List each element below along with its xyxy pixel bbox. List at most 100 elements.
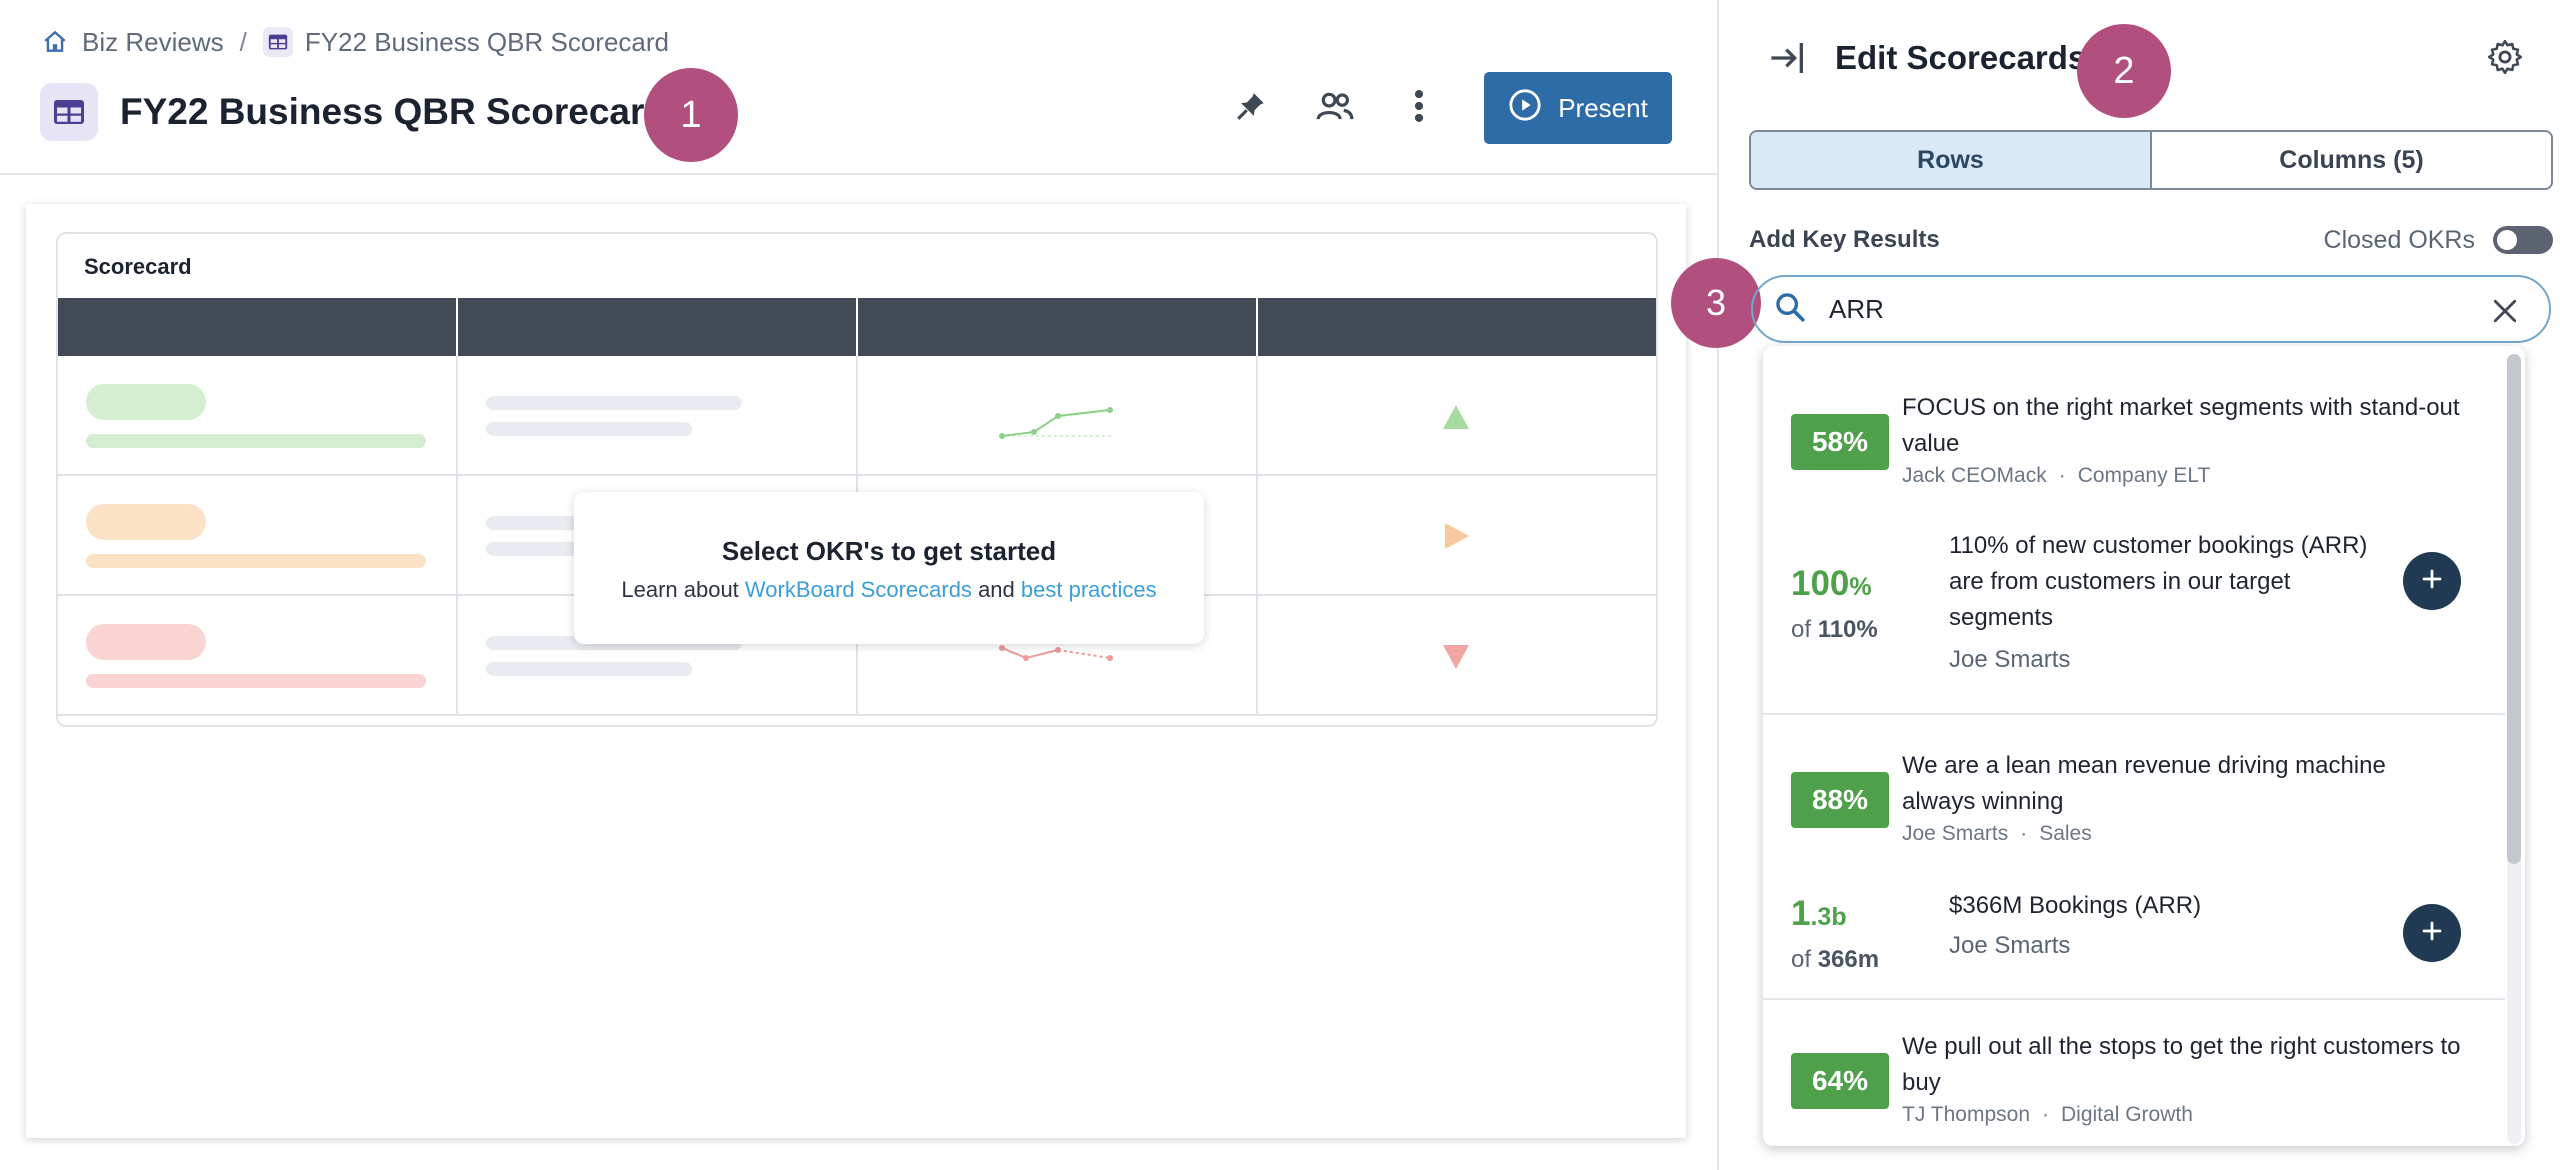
placeholder-cell — [1258, 356, 1656, 474]
pin-button[interactable] — [1220, 77, 1282, 139]
objective-result[interactable]: 64% We pull out all the stops to get the… — [1763, 1001, 2505, 1146]
scorecard-canvas: Scorecard Select OKR's to get started Le… — [26, 204, 1686, 1138]
search-results-dropdown: 58% FOCUS on the right market segments w… — [1763, 346, 2525, 1146]
meta-separator: · — [2058, 464, 2066, 487]
key-result-target-value: 366m — [1817, 946, 1880, 973]
objective-owner: Joe Smarts — [1902, 822, 2009, 845]
callout-badge: 3 — [1671, 258, 1761, 348]
close-icon[interactable] — [2487, 293, 2523, 329]
key-result-value-main: 100 — [1791, 564, 1850, 603]
key-result-value-main: 1 — [1791, 894, 1811, 933]
triangle-right-icon — [1445, 523, 1469, 549]
add-key-result-button[interactable] — [2403, 904, 2461, 962]
scorecard-header-cell — [1258, 298, 1656, 356]
scorecard-title: Scorecard — [84, 254, 192, 279]
workboard-scorecards-link[interactable]: WorkBoard Scorecards — [745, 577, 972, 602]
header-divider — [0, 173, 1717, 175]
collapse-panel-icon[interactable] — [1763, 33, 1813, 83]
key-result-target-value: 110% — [1817, 616, 1878, 643]
panel-header: Edit Scorecards — [1763, 30, 2086, 86]
objective-title: We pull out all the stops to get the rig… — [1902, 1033, 2461, 1096]
main-area: Biz Reviews / FY22 Business QBR Scorecar… — [0, 0, 1717, 1170]
table-icon — [40, 83, 98, 141]
result-divider — [1763, 713, 2505, 715]
placeholder-line — [486, 396, 742, 410]
placeholder-line — [486, 422, 692, 436]
placeholder-cell — [58, 476, 458, 594]
triangle-down-icon — [1443, 645, 1469, 669]
people-icon — [1316, 89, 1354, 128]
placeholder-cell — [858, 356, 1258, 474]
plus-icon — [2420, 919, 2444, 948]
tab-columns[interactable]: Columns (5) — [2152, 132, 2551, 188]
placeholder-cell — [1258, 476, 1656, 594]
scrollbar-thumb[interactable] — [2507, 354, 2521, 864]
placeholder-pill — [86, 504, 206, 540]
objective-meta: Jack CEOMack · Company ELT — [1902, 464, 2210, 488]
empty-state-subtitle: Learn about WorkBoard Scorecards and bes… — [574, 577, 1204, 603]
placeholder-trend-up — [999, 407, 1114, 439]
progress-badge: 64% — [1791, 1053, 1889, 1109]
progress-badge: 58% — [1791, 414, 1889, 470]
panel-title: Edit Scorecards — [1835, 39, 2087, 76]
best-practices-link[interactable]: best practices — [1021, 577, 1157, 602]
pin-icon — [1234, 89, 1268, 128]
title-row: FY22 Business QBR Scorecard — [40, 82, 667, 142]
meta-separator: · — [2042, 1103, 2049, 1126]
search-icon — [1773, 290, 1807, 329]
placeholder-bar — [86, 674, 426, 688]
placeholder-cell — [458, 356, 858, 474]
share-people-button[interactable] — [1304, 77, 1366, 139]
home-icon — [40, 27, 70, 57]
placeholder-bar — [86, 434, 426, 448]
key-result-item[interactable]: 100% of 110% 110% of new customer bookin… — [1763, 516, 2505, 708]
empty-state-and: and — [978, 577, 1015, 602]
rows-columns-tabs: Rows Columns (5) — [1749, 130, 2553, 190]
placeholder-cell — [58, 596, 458, 714]
key-result-owner: Joe Smarts — [1949, 932, 2071, 959]
objective-owner: Jack CEOMack — [1902, 464, 2047, 487]
key-result-value: 1.3b — [1791, 894, 1847, 934]
add-key-results-label: Add Key Results — [1749, 226, 1940, 253]
more-options-button[interactable] — [1388, 77, 1450, 139]
gear-icon[interactable] — [2480, 32, 2530, 82]
empty-state-title: Select OKR's to get started — [721, 536, 1057, 566]
closed-okrs-toggle[interactable] — [2493, 226, 2553, 254]
page-title: FY22 Business QBR Scorecard — [120, 91, 667, 132]
plus-icon — [2420, 567, 2444, 596]
empty-state-card: Select OKR's to get started Learn about … — [574, 492, 1204, 644]
meta-separator: · — [2020, 822, 2028, 845]
present-button[interactable]: Present — [1484, 72, 1672, 144]
callout-badge: 1 — [644, 68, 738, 162]
objective-result[interactable]: 58% FOCUS on the right market segments w… — [1763, 346, 2505, 516]
search-input[interactable] — [1829, 293, 2449, 325]
placeholder-line — [486, 662, 692, 676]
key-result-item[interactable]: 1.3b of 366m $366M Bookings (ARR) Joe Sm… — [1763, 866, 2505, 996]
key-result-of: of — [1791, 616, 1812, 643]
more-vertical-icon — [1413, 89, 1425, 128]
placeholder-cell — [58, 356, 458, 474]
table-icon — [262, 27, 293, 57]
key-result-owner: Joe Smarts — [1949, 646, 2071, 673]
scorecard-header-cell — [58, 298, 458, 356]
placeholder-bar — [86, 554, 426, 568]
add-key-result-button[interactable] — [2403, 552, 2461, 610]
empty-state-prefix: Learn about — [621, 577, 739, 602]
breadcrumb-root[interactable]: Biz Reviews — [40, 27, 224, 58]
tab-rows[interactable]: Rows — [1751, 132, 2152, 188]
edit-scorecards-panel: Edit Scorecards 2 Rows Columns (5) Add K… — [1671, 0, 2560, 1170]
key-result-target: of 366m — [1791, 946, 1879, 974]
breadcrumb-root-label: Biz Reviews — [82, 26, 224, 57]
key-result-target: of 110% — [1791, 616, 1878, 644]
placeholder-cell — [1258, 596, 1656, 714]
placeholder-row — [58, 356, 1656, 476]
triangle-up-icon — [1443, 405, 1469, 429]
add-key-results-row: Add Key Results Closed OKRs — [1749, 220, 2553, 260]
closed-okrs-control: Closed OKRs — [2324, 226, 2553, 255]
key-result-value-unit: % — [1849, 573, 1872, 601]
objective-title: FOCUS on the right market segments with … — [1902, 394, 2460, 457]
objective-result[interactable]: 88% We are a lean mean revenue driving m… — [1763, 716, 2505, 866]
objective-team: Sales — [2039, 822, 2092, 845]
breadcrumb-current[interactable]: FY22 Business QBR Scorecard — [262, 27, 669, 58]
breadcrumb: Biz Reviews / FY22 Business QBR Scorecar… — [40, 22, 669, 62]
